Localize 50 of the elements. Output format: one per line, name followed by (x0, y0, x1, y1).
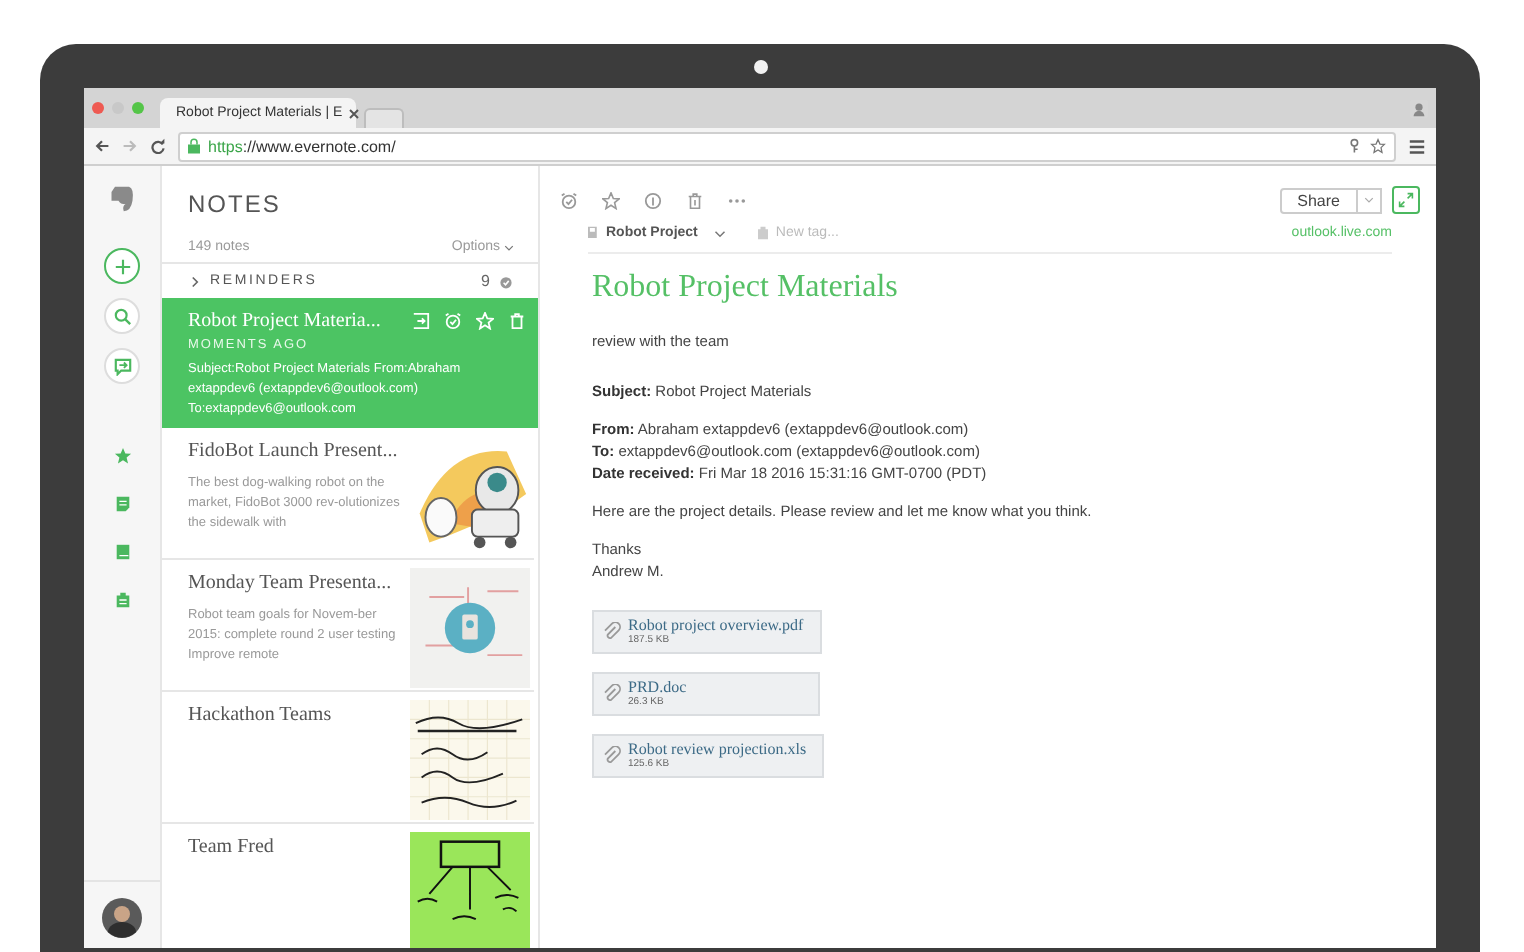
lock-icon (188, 138, 200, 154)
chevron-icon[interactable] (190, 275, 200, 287)
search-button[interactable] (104, 298, 140, 334)
reminder-count: 9 (481, 272, 490, 290)
work-chat-button[interactable] (104, 348, 140, 384)
note-title: FidoBot Launch Present... (188, 440, 398, 462)
share-button[interactable]: Share (1279, 187, 1358, 213)
star-icon[interactable] (602, 191, 620, 209)
note-title: Robot Project Materia... (188, 310, 381, 332)
user-icon[interactable] (1410, 99, 1428, 117)
note-title: Hackathon Teams (188, 704, 332, 726)
paperclip-icon (602, 683, 622, 703)
menu-icon[interactable] (1408, 137, 1426, 155)
expand-button[interactable] (1392, 186, 1420, 214)
attachment-name: Robot review projection.xls (628, 740, 807, 758)
back-icon[interactable] (94, 138, 110, 154)
paperclip-icon (602, 745, 622, 765)
address-field[interactable]: https://www.evernote.com/ (178, 131, 1396, 161)
star-icon[interactable] (1370, 138, 1386, 154)
expand-icon (1398, 192, 1414, 208)
key-icon[interactable] (1348, 138, 1364, 154)
note-title: Monday Team Presenta... (188, 572, 392, 594)
tag-icon (757, 226, 768, 240)
tag-icon[interactable] (113, 590, 131, 610)
attachment-name: Robot project overview.pdf (628, 616, 804, 634)
trash-icon[interactable] (686, 191, 704, 209)
caret-icon[interactable] (713, 229, 726, 237)
notes-heading: NOTES (188, 190, 283, 218)
new-note-button[interactable] (104, 248, 140, 284)
caret-icon[interactable] (504, 243, 514, 251)
attachment-name: PRD.doc (628, 678, 687, 696)
search-icon (113, 307, 131, 325)
notebook-icon (588, 226, 598, 240)
window-controls-icon[interactable] (92, 102, 144, 114)
chat-icon (113, 357, 131, 375)
note-title: Team Fred (188, 836, 274, 858)
note-icon[interactable] (113, 494, 131, 514)
shortcut-icon[interactable] (412, 312, 430, 330)
camera-icon (753, 59, 767, 73)
close-icon[interactable] (348, 107, 361, 119)
caret-icon (1364, 196, 1374, 204)
paperclip-icon (602, 621, 622, 641)
reload-icon[interactable] (150, 138, 166, 154)
share-options-button[interactable] (1358, 187, 1382, 213)
star-icon[interactable] (113, 446, 131, 466)
notebook-icon[interactable] (113, 542, 131, 562)
plus-icon (113, 257, 131, 275)
forward-icon[interactable] (122, 138, 138, 154)
avatar[interactable] (102, 898, 142, 938)
info-icon[interactable] (644, 191, 662, 209)
